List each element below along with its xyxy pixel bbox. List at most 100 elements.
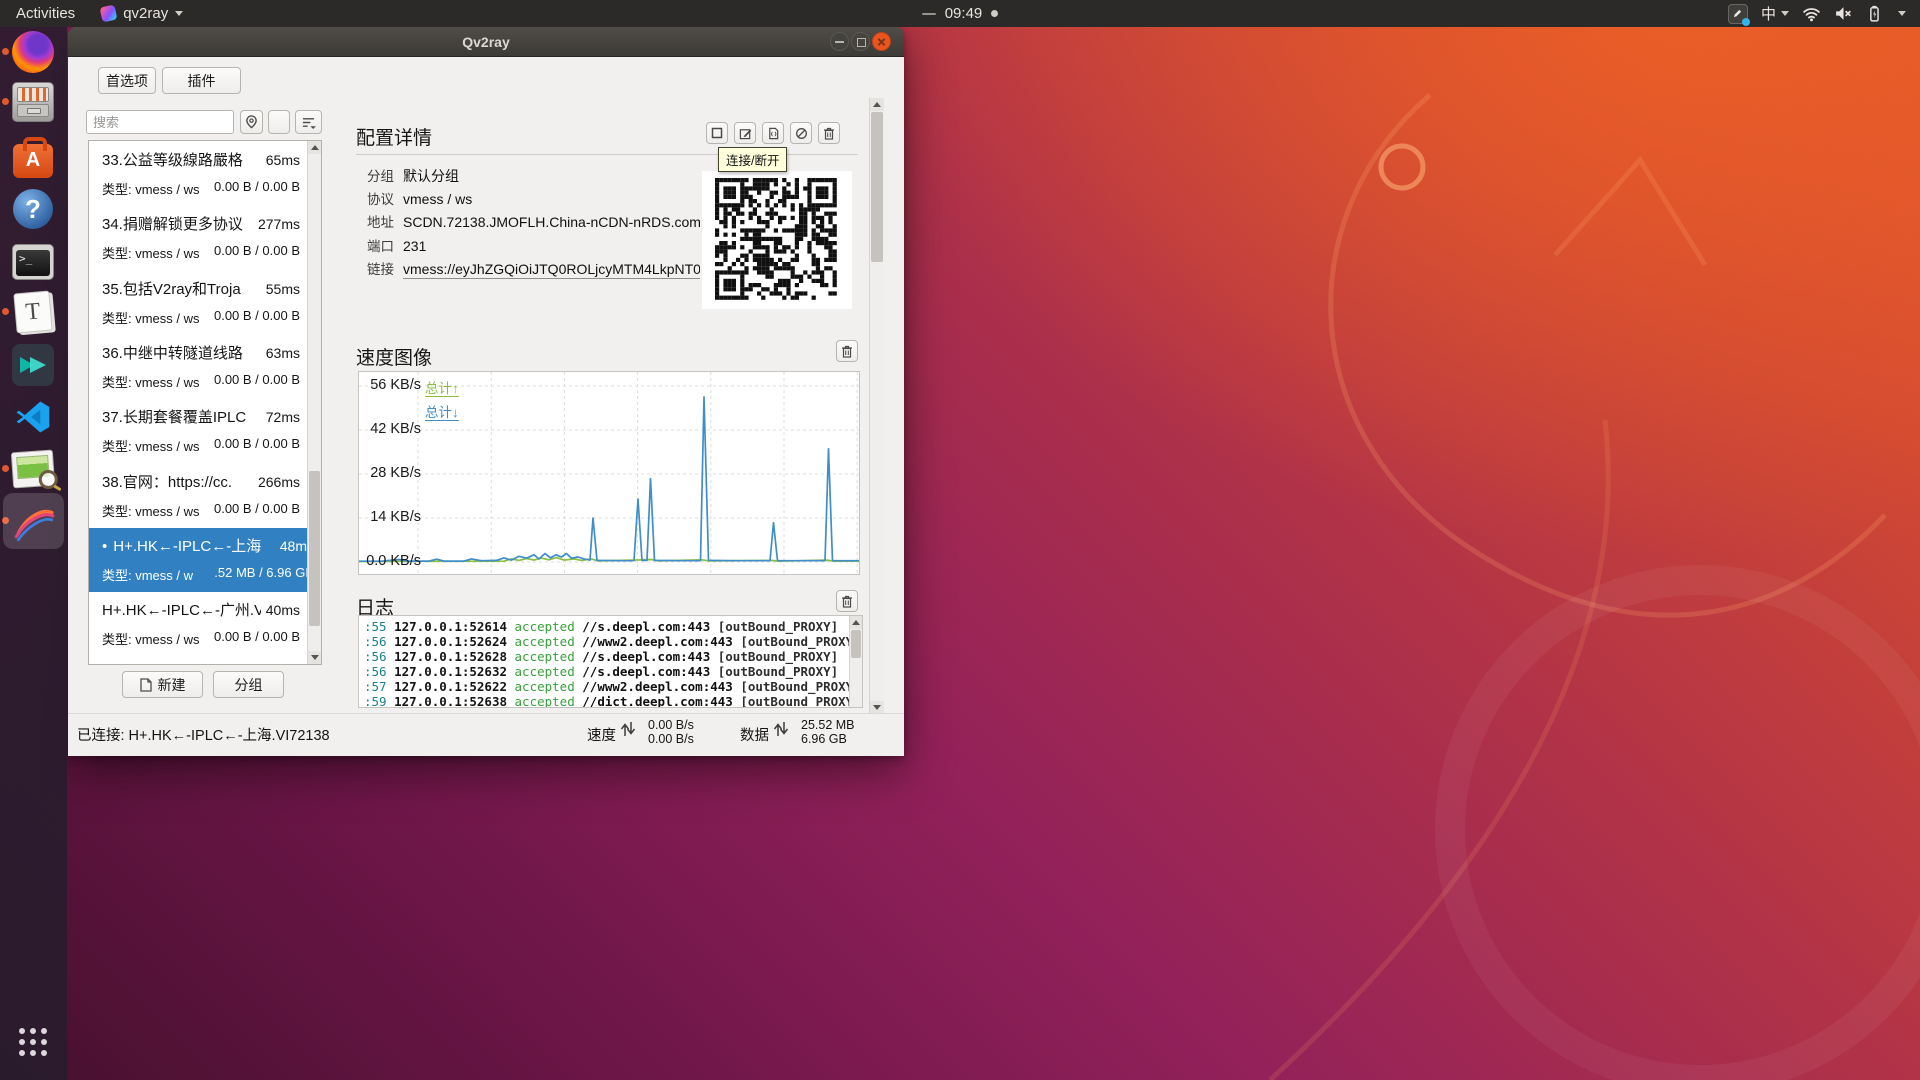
share-link-button[interactable] — [790, 122, 812, 144]
search-input[interactable] — [86, 110, 234, 134]
edit-config-button[interactable] — [734, 122, 756, 144]
data-values: 25.52 MB 6.96 GB — [801, 718, 855, 746]
y-axis-tick: 0.0 KB/s — [365, 553, 421, 569]
list-item[interactable]: 35.包括V2ray和Troja55ms类型: vmess / ws0.00 B… — [89, 271, 308, 335]
terminal-icon — [12, 244, 54, 280]
y-axis-tick: 42 KB/s — [365, 421, 421, 437]
minimize-button[interactable] — [830, 32, 849, 51]
tab-plugins[interactable]: 插件 — [162, 67, 241, 94]
dock-ubuntu-software[interactable] — [11, 135, 55, 179]
list-item[interactable]: 36.中继中转隧道线路63ms类型: vmess / ws0.00 B / 0.… — [89, 335, 308, 399]
wifi-icon — [1802, 5, 1821, 22]
scroll-up-button[interactable] — [308, 141, 321, 154]
system-menu-caret[interactable] — [1898, 11, 1906, 16]
close-button[interactable] — [872, 32, 891, 51]
dock-firefox[interactable] — [11, 30, 55, 74]
server-name: 34.捐赠解锁更多协议 — [102, 213, 253, 234]
dock-file-archiver[interactable] — [11, 80, 55, 124]
connect-tooltip: 连接/断开 — [718, 147, 787, 172]
server-type: 类型: vmess / ws — [102, 179, 200, 198]
app-menu[interactable]: qv2ray — [101, 5, 183, 22]
speed-down-value: 0.00 B/s — [648, 732, 694, 746]
legend-total-down[interactable]: 总计↓ — [425, 405, 459, 421]
list-item[interactable]: •H+.HK←-IPLC←-上海48ms类型: vmess / w.52 MB … — [89, 528, 322, 592]
dock-dev-tool[interactable] — [11, 343, 55, 387]
top-bar: Activities qv2ray 09:49 中 — [0, 0, 1920, 27]
ime-status-dot — [1742, 18, 1750, 26]
dock-screenshot-tool[interactable] — [11, 447, 55, 491]
input-method-icon[interactable] — [1728, 4, 1748, 24]
field-label: 协议 — [367, 188, 394, 208]
chevron-down-icon — [175, 11, 183, 16]
field-value: vmess / ws — [403, 191, 472, 207]
server-traffic: .52 MB / 6.96 GB — [214, 565, 314, 584]
trash-icon — [841, 345, 853, 358]
maximize-button[interactable] — [851, 32, 870, 51]
scroll-up-button[interactable] — [850, 616, 862, 629]
list-item[interactable]: H+.SG←-IPLC←-... — [89, 656, 308, 665]
field-port: 端口 231 — [367, 235, 426, 255]
connect-toggle-button[interactable] — [706, 122, 728, 144]
data-up-value: 25.52 MB — [801, 718, 855, 732]
tab-preferences[interactable]: 首选项 — [98, 67, 156, 94]
share-link-field[interactable]: vmess://eyJhZGQiOiJTQ0ROLjcyMTM4LkpNT0ZM… — [403, 261, 700, 279]
log-scrollbar[interactable] — [849, 616, 862, 707]
circle-slash-icon — [795, 127, 808, 140]
latency-test-button[interactable] — [240, 110, 263, 134]
server-traffic: 0.00 B / 0.00 B — [214, 629, 300, 648]
text-editor-icon — [13, 291, 52, 334]
server-traffic: 0.00 B / 0.00 B — [214, 179, 300, 198]
field-group: 分组 默认分组 — [367, 165, 459, 186]
server-type: 类型: vmess / w — [102, 565, 193, 584]
scroll-up-button[interactable] — [870, 98, 884, 111]
blank-button[interactable] — [268, 110, 290, 134]
scroll-down-button[interactable] — [308, 651, 321, 664]
dock-text-editor[interactable] — [11, 290, 55, 334]
clear-log-button[interactable] — [836, 590, 858, 612]
dock-terminal[interactable] — [11, 240, 55, 284]
log-output[interactable]: :55 127.0.0.1:52614 accepted //s.deepl.c… — [358, 615, 863, 708]
dock-qv2ray[interactable] — [3, 493, 64, 549]
latency-value: 277ms — [258, 216, 300, 232]
server-list-scrollbar[interactable] — [307, 141, 321, 664]
server-traffic: 0.00 B / 0.00 B — [214, 501, 300, 520]
scrollbar-thumb[interactable] — [871, 112, 883, 262]
server-type: 类型: vmess / ws — [102, 501, 200, 520]
qv2ray-window: Qv2ray 首选项 插件 33.公益等级線路嚴格65ms类型: vmess /… — [68, 27, 904, 756]
input-method-menu[interactable]: 中 — [1761, 3, 1789, 24]
latency-value: 266ms — [258, 474, 300, 490]
scrollbar-thumb[interactable] — [309, 471, 320, 626]
main-scrollbar[interactable] — [869, 98, 884, 714]
sort-button[interactable] — [295, 110, 322, 134]
new-config-button[interactable]: 新建 — [122, 671, 203, 698]
edit-json-button[interactable] — [762, 122, 784, 144]
server-name: H+.SG←-IPLC←-... — [102, 663, 295, 665]
dock-help[interactable] — [11, 187, 55, 231]
list-item[interactable]: H+.HK←-IPLC←-广州.V40ms类型: vmess / ws0.00 … — [89, 592, 308, 656]
speed-values: 0.00 B/s 0.00 B/s — [648, 718, 694, 746]
delete-config-button[interactable] — [818, 122, 840, 144]
titlebar[interactable]: Qv2ray — [68, 27, 904, 57]
scrollbar-thumb[interactable] — [851, 630, 861, 658]
latency-value: 72ms — [266, 409, 300, 425]
firefox-icon — [12, 31, 54, 73]
list-item[interactable]: 37.长期套餐覆盖IPLC72ms类型: vmess / ws0.00 B / … — [89, 399, 308, 463]
activities-button[interactable]: Activities — [12, 5, 79, 22]
server-name: 37.长期套餐覆盖IPLC — [102, 406, 261, 427]
group-label: 分组 — [235, 675, 263, 695]
legend-total-up[interactable]: 总计↑ — [425, 381, 459, 397]
input-method-label: 中 — [1761, 3, 1776, 24]
show-applications-button[interactable] — [11, 1020, 55, 1064]
status-bar: 已连接: H+.HK←-IPLC←-上海.VI72138 速度 0.00 B/s… — [68, 713, 904, 757]
group-button[interactable]: 分组 — [213, 671, 284, 698]
y-axis-tick: 56 KB/s — [365, 377, 421, 393]
up-down-arrows-icon — [620, 720, 636, 738]
field-label: 分组 — [367, 165, 394, 185]
dock-vscode[interactable] — [11, 395, 55, 439]
clear-chart-button[interactable] — [836, 340, 858, 362]
server-name: H+.HK←-IPLC←-广州.V — [102, 599, 261, 620]
qv2ray-icon — [11, 498, 57, 544]
list-item[interactable]: 33.公益等级線路嚴格65ms类型: vmess / ws0.00 B / 0.… — [89, 142, 308, 206]
list-item[interactable]: 38.官网：https://cc.266ms类型: vmess / ws0.00… — [89, 464, 308, 528]
list-item[interactable]: 34.捐赠解锁更多协议277ms类型: vmess / ws0.00 B / 0… — [89, 206, 308, 270]
